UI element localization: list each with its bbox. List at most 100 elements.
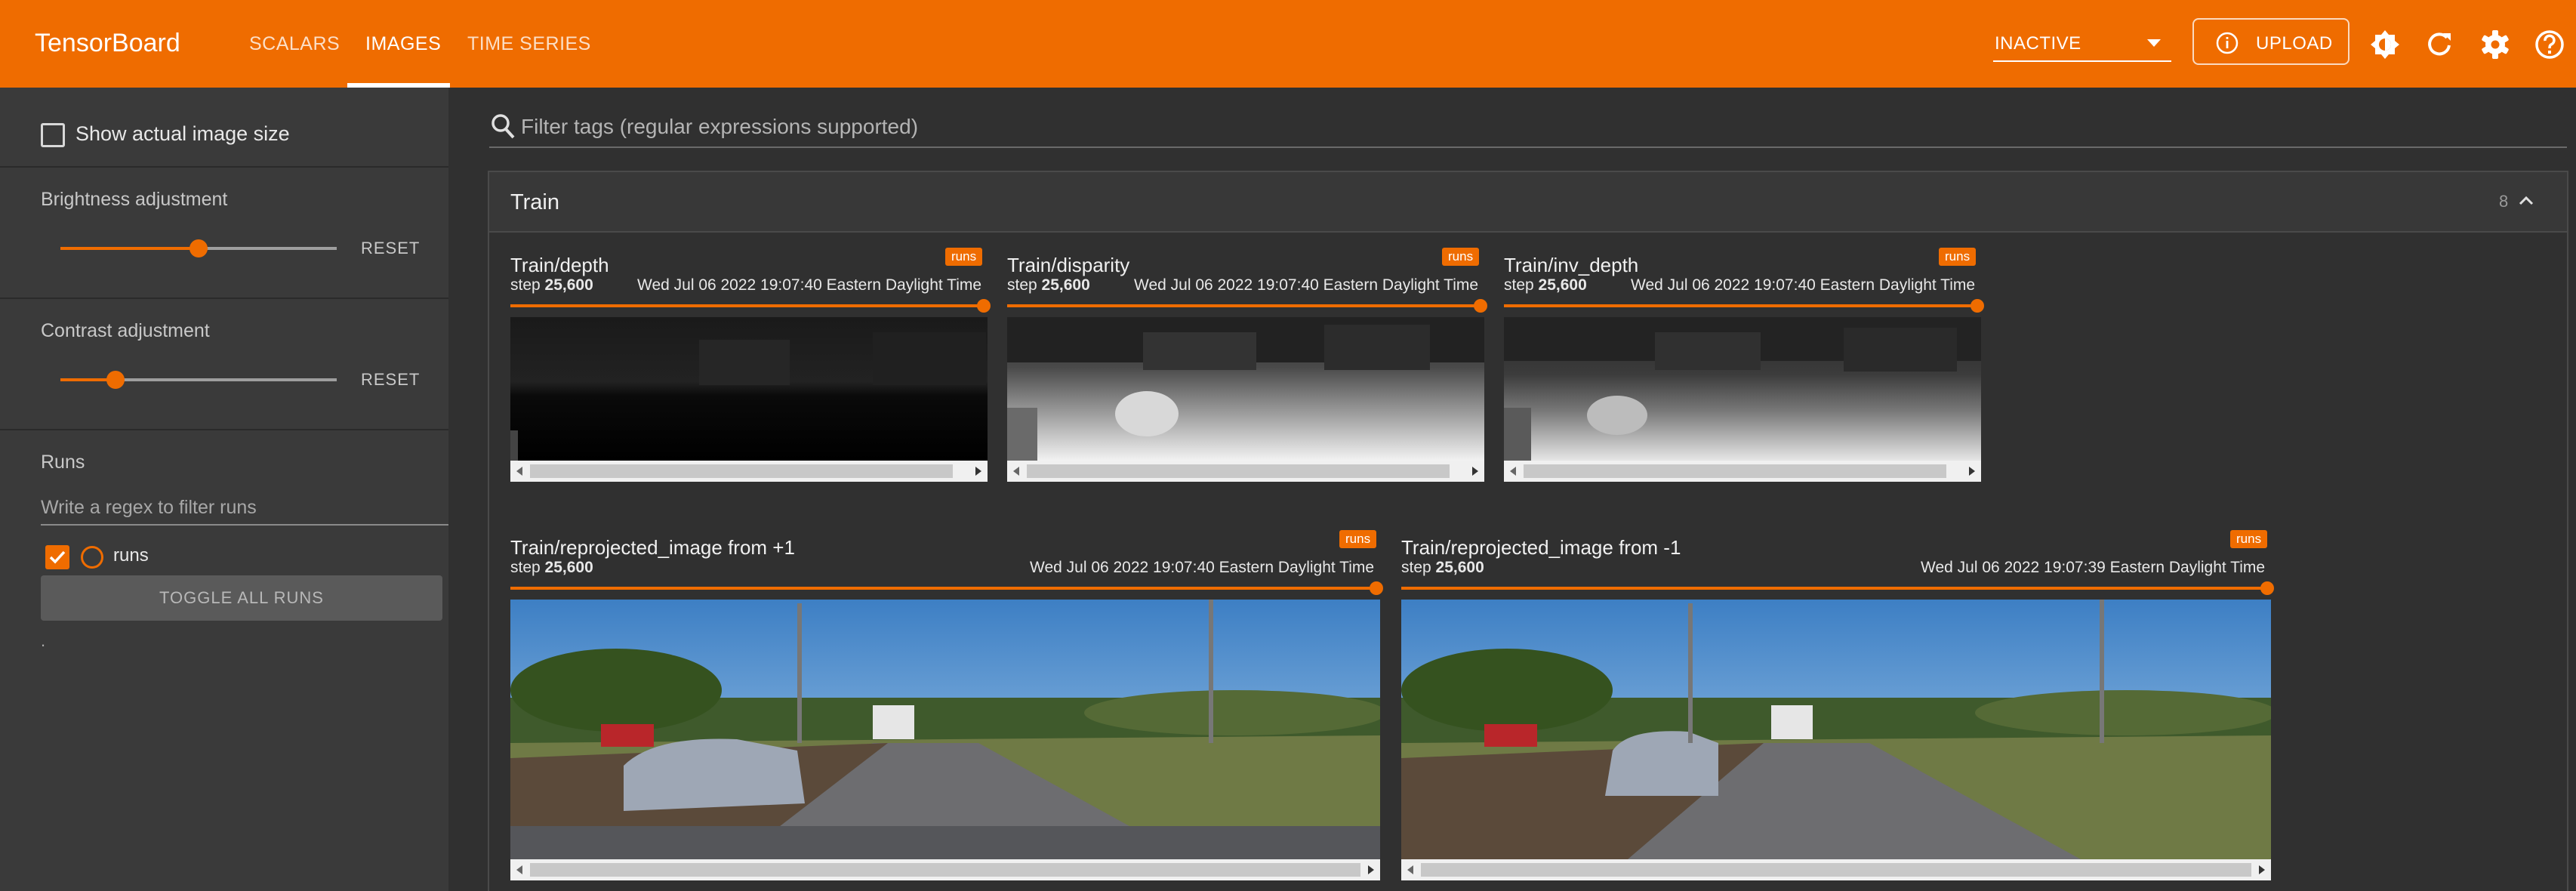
scroll-right-icon[interactable]: [975, 467, 981, 476]
upload-button[interactable]: UPLOAD: [2192, 18, 2350, 65]
runs-footnote: .: [41, 631, 46, 650]
step-label: step: [510, 276, 541, 294]
app-title: TensorBoard: [35, 29, 180, 57]
scrollbar-thumb[interactable]: [1027, 464, 1450, 478]
step-label: step: [510, 559, 541, 576]
timestamp: Wed Jul 06 2022 19:07:40 Eastern Dayligh…: [1030, 559, 1375, 576]
card-header[interactable]: Train: [489, 172, 2567, 233]
run-badge: runs: [1939, 248, 1977, 266]
image-pane-reprojected-minus1: Train/reprojected_image from -1 runs ste…: [1401, 530, 2274, 883]
scrollbar-thumb[interactable]: [530, 863, 1360, 877]
contrast-label: Contrast adjustment: [41, 320, 210, 341]
card-count: 8: [2499, 192, 2509, 211]
step-value: 25,600: [544, 559, 593, 576]
scroll-right-icon[interactable]: [2259, 865, 2265, 874]
scroll-left-icon[interactable]: [516, 865, 522, 874]
step-label: step: [1007, 276, 1037, 294]
contrast-slider-thumb[interactable]: [106, 371, 125, 389]
timestamp: Wed Jul 06 2022 19:07:39 Eastern Dayligh…: [1921, 559, 2266, 576]
image-scrollbar[interactable]: [510, 461, 988, 482]
scroll-left-icon[interactable]: [1013, 467, 1019, 476]
step-slider[interactable]: [510, 581, 1383, 595]
step-slider-thumb[interactable]: [2260, 581, 2274, 595]
info-icon: [2216, 32, 2239, 54]
dropdown-arrow-icon: [2147, 39, 2161, 47]
pane-tag: Train/inv_depth: [1504, 254, 1639, 276]
scroll-right-icon[interactable]: [1472, 467, 1478, 476]
status-select-value: INACTIVE: [1995, 33, 2081, 54]
image-scrollbar[interactable]: [1401, 859, 2271, 880]
brightness-slider[interactable]: [60, 239, 337, 257]
step-slider[interactable]: [510, 299, 991, 313]
scrollbar-thumb[interactable]: [1421, 863, 2251, 877]
tab-scalars[interactable]: SCALARS: [249, 33, 340, 55]
step-value: 25,600: [544, 276, 593, 294]
step-slider[interactable]: [1007, 299, 1487, 313]
step-label: step: [1401, 559, 1431, 576]
step-line: step 25,600: [1007, 276, 1090, 294]
run-color-indicator[interactable]: [81, 546, 103, 569]
settings-icon[interactable]: [2479, 29, 2511, 60]
pane-tag: Train/depth: [510, 254, 609, 276]
scroll-right-icon[interactable]: [1969, 467, 1975, 476]
step-value: 25,600: [1435, 559, 1484, 576]
run-badge: runs: [2230, 530, 2268, 548]
brightness-slider-thumb[interactable]: [190, 239, 208, 257]
upload-label: UPLOAD: [2256, 33, 2333, 54]
timestamp: Wed Jul 06 2022 19:07:40 Eastern Dayligh…: [1134, 276, 1479, 294]
step-line: step 25,600: [510, 559, 593, 577]
scroll-left-icon[interactable]: [1510, 467, 1516, 476]
run-checkbox[interactable]: [45, 545, 69, 569]
inv-depth-image: [1504, 317, 1981, 461]
refresh-icon[interactable]: [2423, 29, 2455, 60]
top-bar: TensorBoard SCALARS IMAGES TIME SERIES I…: [0, 0, 2576, 88]
pane-tag: Train/reprojected_image from -1: [1401, 536, 1681, 559]
help-icon[interactable]: [2534, 29, 2565, 60]
step-slider-thumb[interactable]: [1370, 581, 1383, 595]
scrollbar-thumb[interactable]: [530, 464, 953, 478]
image-scrollbar[interactable]: [510, 859, 1380, 880]
runs-filter-input[interactable]: Write a regex to filter runs: [41, 495, 448, 526]
status-select[interactable]: INACTIVE: [1993, 23, 2171, 62]
sidebar: Show actual image size Brightness adjust…: [0, 88, 448, 891]
step-slider[interactable]: [1504, 299, 1984, 313]
card-title: Train: [510, 190, 559, 214]
image-scrollbar[interactable]: [1504, 461, 1981, 482]
tag-filter-input[interactable]: Filter tags (regular expressions support…: [489, 106, 2567, 148]
contrast-reset-button[interactable]: RESET: [361, 370, 420, 390]
tab-images[interactable]: IMAGES: [365, 33, 441, 55]
scrollbar-thumb[interactable]: [1524, 464, 1946, 478]
show-actual-size-checkbox[interactable]: [41, 123, 65, 147]
image-pane-inv-depth: Train/inv_depth runs step 25,600 Wed Jul…: [1504, 248, 1984, 483]
step-slider-thumb[interactable]: [1474, 299, 1487, 313]
scroll-left-icon[interactable]: [1407, 865, 1413, 874]
divider: [0, 298, 448, 299]
tag-filter-placeholder: Filter tags (regular expressions support…: [521, 115, 919, 138]
step-line: step 25,600: [1401, 559, 1484, 577]
brightness-icon[interactable]: [2369, 29, 2401, 60]
collapse-icon[interactable]: [2517, 192, 2535, 210]
image-pane-depth: Train/depth runs step 25,600 Wed Jul 06 …: [510, 248, 991, 483]
step-line: step 25,600: [1504, 276, 1587, 294]
search-icon: [491, 114, 515, 139]
step-value: 25,600: [1538, 276, 1587, 294]
run-badge: runs: [1442, 248, 1480, 266]
image-scrollbar[interactable]: [1007, 461, 1484, 482]
brightness-reset-button[interactable]: RESET: [361, 239, 420, 258]
tab-time-series[interactable]: TIME SERIES: [467, 33, 591, 55]
scroll-right-icon[interactable]: [1368, 865, 1374, 874]
disparity-image: [1007, 317, 1484, 461]
contrast-slider[interactable]: [60, 371, 337, 389]
runs-title: Runs: [41, 452, 85, 473]
brightness-slider-fill: [60, 247, 199, 250]
timestamp: Wed Jul 06 2022 19:07:40 Eastern Dayligh…: [637, 276, 982, 294]
scroll-left-icon[interactable]: [516, 467, 522, 476]
image-pane-disparity: Train/disparity runs step 25,600 Wed Jul…: [1007, 248, 1487, 483]
step-slider-thumb[interactable]: [977, 299, 991, 313]
depth-image: [510, 317, 988, 461]
step-slider[interactable]: [1401, 581, 2274, 595]
toggle-all-runs-button[interactable]: TOGGLE ALL RUNS: [41, 575, 442, 621]
step-slider-thumb[interactable]: [1971, 299, 1984, 313]
divider: [0, 166, 448, 168]
run-name: runs: [113, 545, 149, 566]
